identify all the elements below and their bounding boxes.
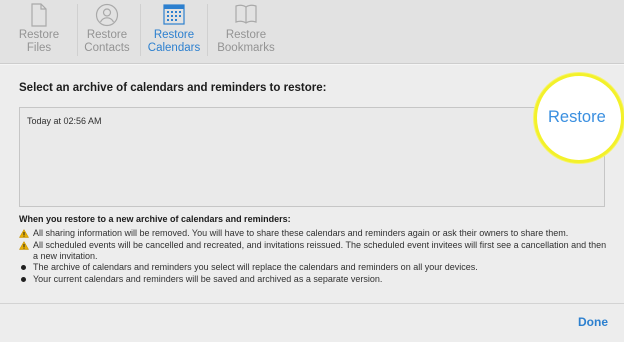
list-item-text: All sharing information will be removed.…	[33, 228, 569, 238]
archive-list: Today at 02:56 AM	[19, 107, 605, 207]
tab-label: Restore Calendars	[147, 29, 201, 54]
done-button[interactable]: Done	[578, 315, 608, 329]
bullet-icon	[19, 274, 33, 282]
tab-label: Restore Contacts	[84, 29, 130, 54]
toolbar: Restore Files Restore Contacts Restore C…	[0, 0, 624, 64]
list-item-text: All scheduled events will be cancelled a…	[33, 239, 607, 261]
tab-restore-files[interactable]: Restore Files	[14, 0, 64, 62]
tab-restore-contacts[interactable]: Restore Contacts	[80, 0, 134, 62]
list-item-text: Your current calendars and reminders wil…	[33, 273, 383, 284]
list-item: All scheduled events will be cancelled a…	[19, 240, 609, 262]
tab-label: Restore Bookmarks	[217, 29, 275, 54]
calendar-icon	[163, 3, 185, 29]
bullet-icon	[19, 262, 33, 270]
tab-divider	[140, 4, 141, 56]
list-item: Your current calendars and reminders wil…	[19, 274, 609, 285]
warning-icon	[19, 228, 33, 238]
page-title: Select an archive of calendars and remin…	[19, 82, 327, 94]
tab-divider	[77, 4, 78, 56]
document-icon	[30, 3, 48, 29]
tab-label: Restore Files	[18, 29, 60, 54]
list-item: All sharing information will be removed.…	[19, 228, 609, 239]
info-title: When you restore to a new archive of cal…	[19, 214, 291, 224]
tab-restore-calendars[interactable]: Restore Calendars	[145, 0, 203, 62]
contact-icon	[95, 3, 119, 29]
footer-divider	[0, 303, 624, 304]
tab-restore-bookmarks[interactable]: Restore Bookmarks	[214, 0, 278, 62]
info-list: All sharing information will be removed.…	[19, 228, 609, 285]
restore-button[interactable]: Restore	[548, 108, 606, 127]
archive-item[interactable]: Today at 02:56 AM	[27, 116, 102, 126]
book-icon	[234, 3, 258, 29]
list-item: The archive of calendars and reminders y…	[19, 262, 609, 273]
warning-icon	[19, 240, 33, 250]
tab-divider	[207, 4, 208, 56]
list-item-text: The archive of calendars and reminders y…	[33, 262, 478, 272]
